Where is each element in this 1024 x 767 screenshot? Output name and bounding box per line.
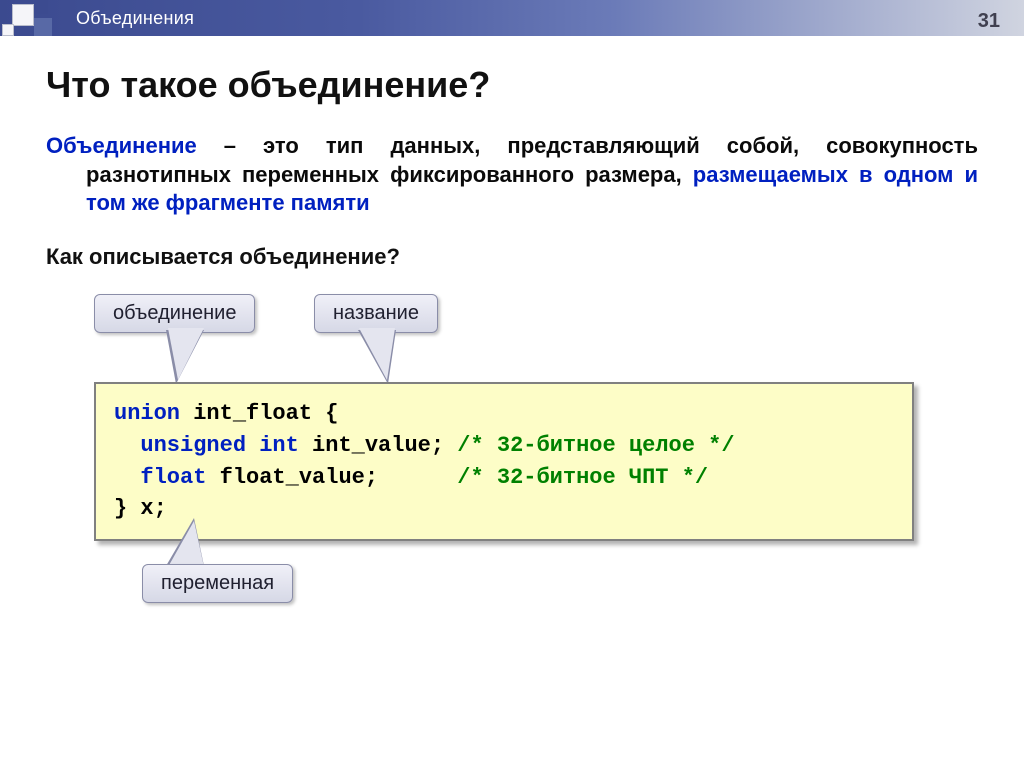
definition-dash: – xyxy=(197,133,263,158)
page-title: Что такое объединение? xyxy=(46,64,978,106)
callout-tail xyxy=(168,328,204,380)
callout-tail xyxy=(359,328,395,380)
callout-tail xyxy=(168,521,204,567)
page-number: 31 xyxy=(978,10,1000,33)
slide-content: Что такое объединение? Объединение – это… xyxy=(0,36,1024,620)
header-logo xyxy=(0,0,60,36)
code-keyword: float xyxy=(114,465,206,490)
slide-header: Объединения xyxy=(0,0,1024,36)
section-title: Объединения xyxy=(76,8,194,29)
definition-term: Объединение xyxy=(46,133,197,158)
code-keyword: unsigned int xyxy=(114,433,299,458)
code-diagram: объединение название union int_float { u… xyxy=(46,290,978,620)
sub-question: Как описывается объединение? xyxy=(46,244,978,270)
definition-paragraph: Объединение – это тип данных, представля… xyxy=(46,132,978,218)
code-box: union int_float { unsigned int int_value… xyxy=(94,382,914,542)
callout-variable: переменная xyxy=(142,564,293,603)
code-comment: /* 32-битное целое */ xyxy=(457,433,734,458)
code-text: float_value; xyxy=(206,465,457,490)
code-text: } x; xyxy=(114,496,167,521)
code-text: int_value; xyxy=(299,433,457,458)
code-keyword: union xyxy=(114,401,180,426)
code-comment: /* 32-битное ЧПТ */ xyxy=(457,465,708,490)
code-text: int_float { xyxy=(180,401,338,426)
